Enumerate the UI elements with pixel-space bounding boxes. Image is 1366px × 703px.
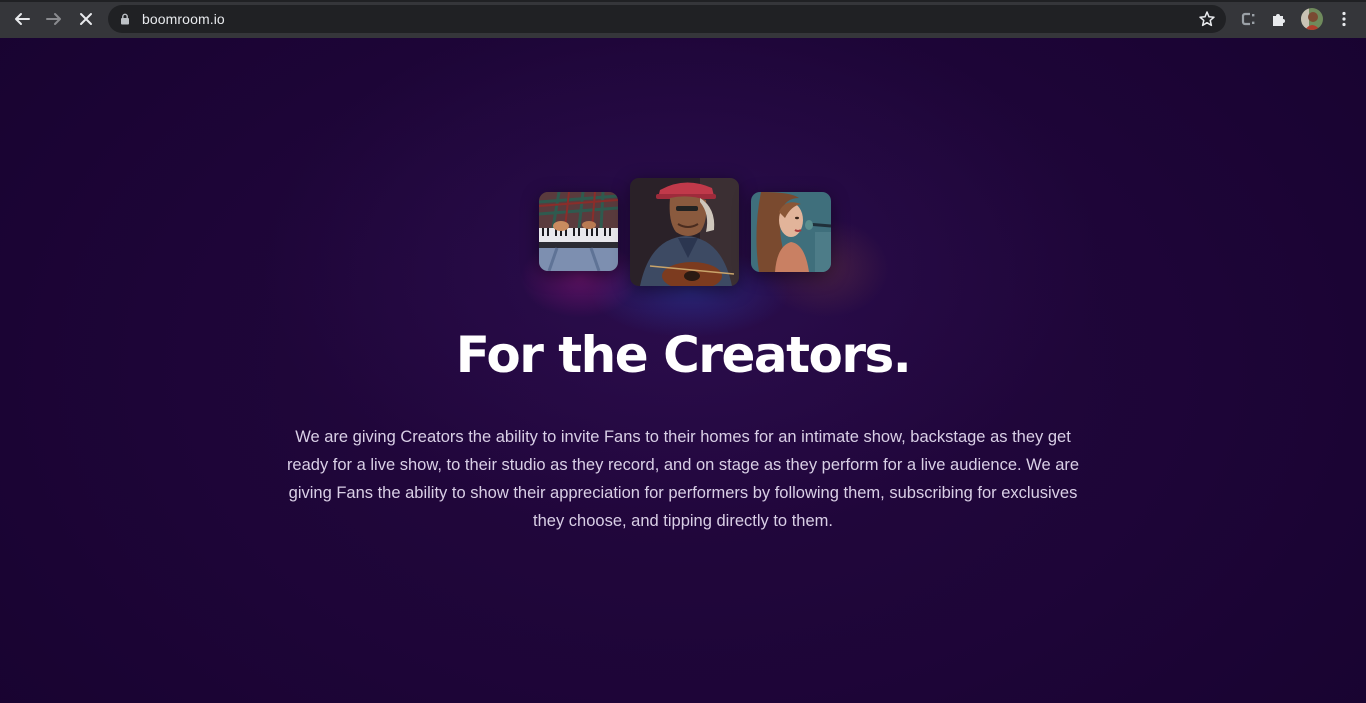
guitar-player-photo bbox=[630, 178, 739, 286]
tab-strip-edge bbox=[0, 0, 1366, 2]
profile-avatar bbox=[1301, 8, 1323, 30]
stop-loading-icon bbox=[80, 13, 92, 25]
hero-description: We are giving Creators the ability to in… bbox=[286, 428, 1080, 530]
browser-menu-button[interactable] bbox=[1333, 8, 1355, 30]
bookmark-star-icon[interactable] bbox=[1198, 10, 1216, 28]
lock-icon bbox=[121, 13, 129, 25]
more-menu-icon bbox=[1342, 11, 1346, 27]
back-arrow-icon bbox=[15, 13, 30, 25]
forward-arrow-icon bbox=[46, 13, 61, 25]
profile-button[interactable] bbox=[1301, 8, 1323, 30]
extension-c-button[interactable] bbox=[1237, 8, 1259, 30]
forward-button[interactable] bbox=[43, 8, 65, 30]
address-bar[interactable]: boomroom.io bbox=[108, 5, 1226, 33]
browser-toolbar: boomroom.io bbox=[0, 0, 1366, 38]
page-title: For the Creators. bbox=[455, 326, 912, 384]
stop-loading-button[interactable] bbox=[75, 8, 97, 30]
page-content: For the Creators. We are giving Creators… bbox=[0, 38, 1366, 703]
extensions-button[interactable] bbox=[1268, 8, 1290, 30]
keyboard-player-photo bbox=[539, 192, 618, 271]
singer-photo bbox=[751, 192, 831, 272]
url-text[interactable]: boomroom.io bbox=[142, 11, 225, 27]
extension-c-icon bbox=[1241, 12, 1255, 26]
puzzle-extensions-icon bbox=[1273, 14, 1285, 26]
back-button[interactable] bbox=[11, 8, 33, 30]
